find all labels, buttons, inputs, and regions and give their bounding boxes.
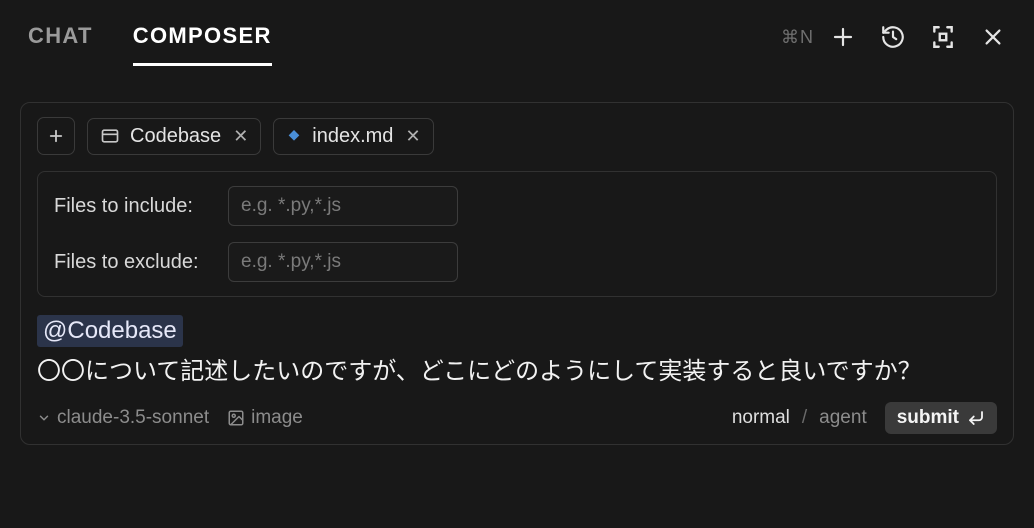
- tab-chat[interactable]: CHAT: [28, 23, 93, 66]
- submit-label: submit: [897, 407, 959, 429]
- markdown-file-icon: [286, 126, 302, 146]
- chevron-down-icon: [37, 411, 51, 425]
- footer-right: normal / agent submit: [732, 402, 997, 434]
- exclude-input[interactable]: [228, 242, 458, 282]
- new-shortcut-label: ⌘N: [781, 27, 814, 48]
- new-icon[interactable]: [830, 24, 856, 50]
- mode-agent[interactable]: agent: [819, 407, 867, 429]
- submit-button[interactable]: submit: [885, 402, 997, 434]
- include-input[interactable]: [228, 186, 458, 226]
- tab-composer[interactable]: COMPOSER: [133, 23, 272, 66]
- chip-remove-icon[interactable]: ✕: [233, 126, 248, 147]
- exclude-row: Files to exclude:: [54, 242, 980, 282]
- history-icon[interactable]: [880, 24, 906, 50]
- image-attach-button[interactable]: image: [227, 407, 303, 429]
- chip-codebase[interactable]: Codebase ✕: [87, 118, 261, 155]
- include-label: Files to include:: [54, 195, 214, 218]
- enter-icon: [967, 409, 985, 427]
- exclude-label: Files to exclude:: [54, 251, 214, 274]
- composer-panel: Codebase ✕ index.md ✕ Files to include: …: [20, 102, 1014, 445]
- topbar-actions: ⌘N: [781, 24, 1006, 56]
- include-row: Files to include:: [54, 186, 980, 226]
- codebase-icon: [100, 126, 120, 146]
- top-bar: CHAT COMPOSER ⌘N: [0, 0, 1034, 66]
- composer-footer: claude-3.5-sonnet image normal / agent s…: [37, 402, 997, 434]
- mention-codebase[interactable]: @Codebase: [37, 315, 183, 347]
- prompt-area[interactable]: @Codebase 〇〇について記述したいのですが、どこにどのようにして実装する…: [37, 315, 997, 390]
- prompt-text[interactable]: 〇〇について記述したいのですが、どこにどのようにして実装すると良いですか？: [37, 353, 997, 390]
- image-label: image: [251, 407, 303, 429]
- image-icon: [227, 409, 245, 427]
- file-filter-box: Files to include: Files to exclude:: [37, 171, 997, 297]
- chip-label: Codebase: [130, 125, 221, 148]
- close-icon[interactable]: [980, 24, 1006, 50]
- mode-normal[interactable]: normal: [732, 407, 790, 429]
- mode-separator: /: [802, 407, 807, 429]
- footer-left: claude-3.5-sonnet image: [37, 407, 303, 429]
- chip-file[interactable]: index.md ✕: [273, 118, 433, 155]
- model-name: claude-3.5-sonnet: [57, 407, 209, 429]
- chip-label: index.md: [312, 125, 393, 148]
- tab-strip: CHAT COMPOSER: [28, 14, 272, 66]
- context-chip-row: Codebase ✕ index.md ✕: [37, 117, 997, 155]
- add-context-button[interactable]: [37, 117, 75, 155]
- frame-icon[interactable]: [930, 24, 956, 50]
- model-selector[interactable]: claude-3.5-sonnet: [37, 407, 209, 429]
- chip-remove-icon[interactable]: ✕: [405, 126, 420, 147]
